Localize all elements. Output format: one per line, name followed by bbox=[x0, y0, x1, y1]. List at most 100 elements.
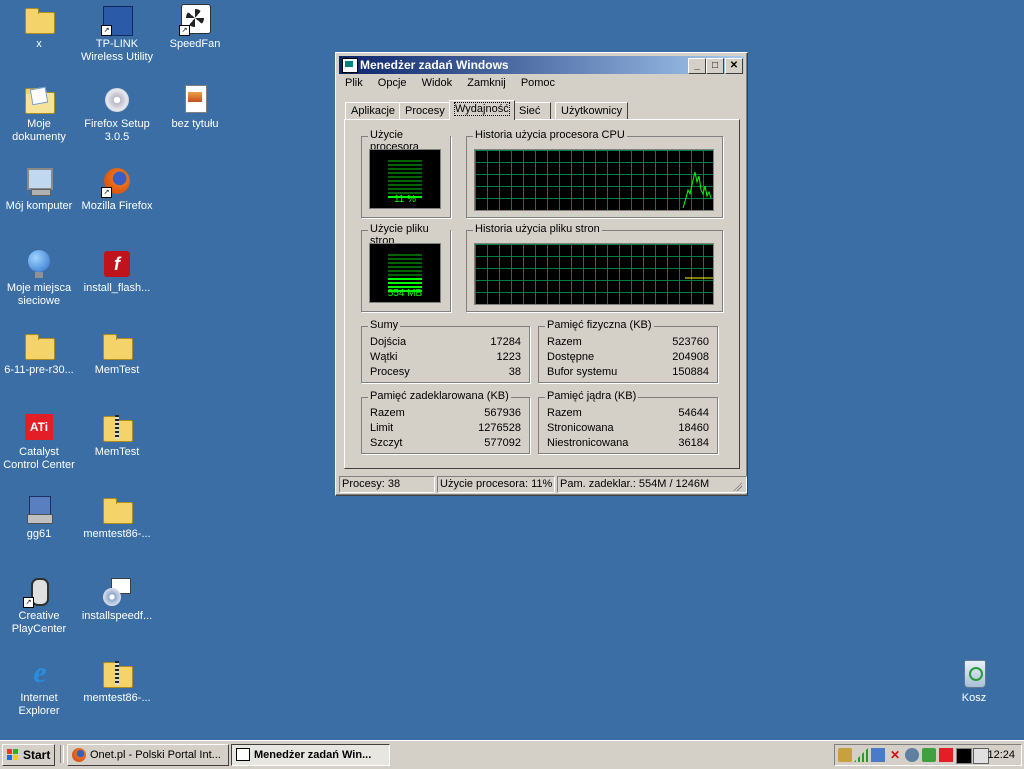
desktop-icon-catalyst[interactable]: ATi Catalyst Control Center bbox=[0, 412, 78, 472]
title-bar[interactable]: Menedżer zadań Windows _ □ ✕ bbox=[339, 56, 744, 74]
resize-grip[interactable] bbox=[732, 481, 742, 491]
taskbar-item-label: Onet.pl - Polski Portal Int... bbox=[90, 749, 221, 761]
desktop-icon-memtest86-zip[interactable]: memtest86-... bbox=[78, 658, 156, 705]
start-button[interactable]: Start bbox=[2, 744, 55, 766]
recycle-bin-icon bbox=[958, 658, 990, 690]
desktop-icon-recycle-bin[interactable]: Kosz bbox=[935, 658, 1013, 705]
tab-uzytkownicy[interactable]: Użytkownicy bbox=[555, 102, 629, 119]
menu-widok[interactable]: Widok bbox=[416, 75, 459, 91]
desktop-icon-tplink[interactable]: ↗ TP-LINK Wireless Utility bbox=[78, 4, 156, 64]
folder-icon bbox=[101, 330, 133, 362]
desktop-icon-memtest86-folder[interactable]: memtest86-... bbox=[78, 494, 156, 541]
pagefile-history-title: Historia użycia pliku stron bbox=[473, 223, 602, 235]
tab-siec[interactable]: Sieć bbox=[513, 102, 551, 119]
desktop-icon-label: Mozilla Firefox bbox=[81, 200, 153, 212]
task-manager-icon bbox=[236, 748, 250, 761]
desktop-icon-memtest-folder[interactable]: MemTest bbox=[78, 330, 156, 377]
menu-zamknij[interactable]: Zamknij bbox=[461, 75, 512, 91]
desktop-icon-gg61[interactable]: gg61 bbox=[0, 494, 78, 541]
meter-bar-segment bbox=[388, 282, 422, 284]
system-tray: ✕ 12:24 bbox=[834, 744, 1022, 766]
internet-explorer-icon: e bbox=[33, 656, 47, 689]
network-disconnected-icon[interactable]: ✕ bbox=[888, 748, 902, 762]
tab-aplikacje[interactable]: Aplikacje bbox=[345, 102, 402, 119]
minimize-button[interactable]: _ bbox=[688, 58, 706, 74]
tab-wydajnosc[interactable]: Wydajność bbox=[449, 100, 515, 120]
totals-group: Sumy Dojścia 17284 Wątki 1223 Procesy 38 bbox=[361, 319, 530, 383]
documents-folder-icon bbox=[23, 84, 55, 116]
desktop-icon-memtest-zip[interactable]: MemTest bbox=[78, 412, 156, 459]
desktop-icon-label: MemTest bbox=[94, 364, 140, 376]
menu-pomoc[interactable]: Pomoc bbox=[515, 75, 561, 91]
row-label: Razem bbox=[547, 336, 582, 348]
row-label: Dojścia bbox=[370, 336, 407, 348]
desktop-icon-bez-tytulu[interactable]: bez tytułu bbox=[156, 84, 234, 131]
desktop-icon-firefox[interactable]: ↗ Mozilla Firefox bbox=[78, 166, 156, 213]
desktop-icon-network-places[interactable]: Moje miejsca sieciowe bbox=[0, 248, 78, 308]
menu-plik[interactable]: Plik bbox=[339, 75, 369, 91]
desktop-icon-my-computer[interactable]: Mój komputer bbox=[0, 166, 78, 213]
desktop-icon-6-11-pre[interactable]: 6-11-pre-r30... bbox=[0, 330, 78, 377]
close-button[interactable]: ✕ bbox=[725, 58, 743, 74]
physical-memory-row: Razem 523760 bbox=[547, 336, 709, 351]
desktop-icon-my-documents[interactable]: Moje dokumenty bbox=[0, 84, 78, 144]
task-manager-window[interactable]: Menedżer zadań Windows _ □ ✕ Plik Opcje … bbox=[335, 52, 748, 496]
physical-memory-row: Dostępne 204908 bbox=[547, 351, 709, 366]
desktop-icon-speedfan[interactable]: ↗ SpeedFan bbox=[156, 4, 234, 51]
wireless-signal-icon[interactable] bbox=[854, 748, 868, 762]
speedfan-tray-icon[interactable] bbox=[838, 748, 852, 762]
fan-icon: ↗ bbox=[179, 4, 211, 36]
meter-bar-segment bbox=[388, 274, 422, 276]
desktop-icon-label: bez tytułu bbox=[171, 118, 219, 130]
row-value: 523760 bbox=[672, 336, 709, 348]
kernel-memory-row: Razem 54644 bbox=[547, 407, 709, 422]
row-label: Dostępne bbox=[547, 351, 595, 363]
menu-opcje[interactable]: Opcje bbox=[372, 75, 413, 91]
performance-panel: Użycie procesora 11 % Historia użycia pr… bbox=[344, 119, 740, 469]
desktop-icon-label: TP-LINK Wireless Utility bbox=[80, 38, 154, 63]
desktop-icon-label: Moje dokumenty bbox=[12, 118, 66, 143]
network-tray-icon[interactable] bbox=[871, 748, 885, 762]
row-value: 36184 bbox=[678, 437, 709, 449]
row-value: 18460 bbox=[678, 422, 709, 434]
kernel-memory-group: Pamięć jądra (KB) Razem 54644 Stronicowan… bbox=[538, 390, 718, 454]
commit-charge-title: Pamięć zadeklarowana (KB) bbox=[368, 390, 511, 402]
desktop-icon-creative[interactable]: ↗ Creative PlayCenter bbox=[0, 576, 78, 636]
desktop-icon-label: 6-11-pre-r30... bbox=[4, 364, 74, 376]
status-bar: Procesy: 38 Użycie procesora: 11% Pam. z… bbox=[339, 476, 747, 493]
taskbar-item-firefox[interactable]: Onet.pl - Polski Portal Int... bbox=[67, 744, 229, 766]
pagefile-history-graph bbox=[474, 243, 714, 305]
tab-procesy[interactable]: Procesy bbox=[399, 102, 451, 119]
desktop-icon-ie[interactable]: e Internet Explorer bbox=[0, 658, 78, 718]
meter-bar-segment bbox=[388, 172, 422, 174]
desktop-icon-label: MemTest bbox=[94, 446, 140, 458]
status-cpu-usage: Użycie procesora: 11% bbox=[437, 476, 555, 493]
row-value: 1276528 bbox=[478, 422, 521, 434]
image-file-icon bbox=[179, 84, 211, 116]
meter-bar-segment bbox=[388, 270, 422, 272]
maximize-button[interactable]: □ bbox=[706, 58, 724, 74]
desktop-icon-label: installspeedf... bbox=[81, 610, 153, 622]
meter-bar-segment bbox=[388, 188, 422, 190]
kernel-memory-row: Niestronicowana 36184 bbox=[547, 437, 709, 452]
taskbar-item-task-manager[interactable]: Menedżer zadań Win... bbox=[231, 744, 390, 766]
task-manager-tray-icon[interactable] bbox=[956, 748, 972, 764]
desktop-icon-label: Moje miejsca sieciowe bbox=[6, 282, 72, 307]
physical-memory-row: Bufor systemu 150884 bbox=[547, 366, 709, 381]
commit-charge-row: Szczyt 577092 bbox=[370, 437, 521, 452]
cpu-usage-group: Użycie procesora 11 % bbox=[361, 129, 451, 218]
audio-tray-icon[interactable] bbox=[905, 748, 919, 762]
task-manager-icon bbox=[342, 58, 358, 73]
desktop-icon-install-flash[interactable]: f install_flash... bbox=[78, 248, 156, 295]
desktop-icon-label: memtest86-... bbox=[83, 528, 151, 540]
folder-icon bbox=[23, 330, 55, 362]
setup-cd-icon bbox=[101, 84, 133, 116]
row-value: 1223 bbox=[496, 351, 521, 363]
ati-tray-icon[interactable] bbox=[939, 748, 953, 762]
desktop-icon-x[interactable]: x bbox=[0, 4, 78, 51]
row-label: Razem bbox=[547, 407, 582, 419]
desktop-icon-label: Mój komputer bbox=[5, 200, 73, 212]
safely-remove-icon[interactable] bbox=[922, 748, 936, 762]
desktop-icon-installspeedfan[interactable]: installspeedf... bbox=[78, 576, 156, 623]
desktop-icon-firefox-setup[interactable]: Firefox Setup 3.0.5 bbox=[78, 84, 156, 144]
